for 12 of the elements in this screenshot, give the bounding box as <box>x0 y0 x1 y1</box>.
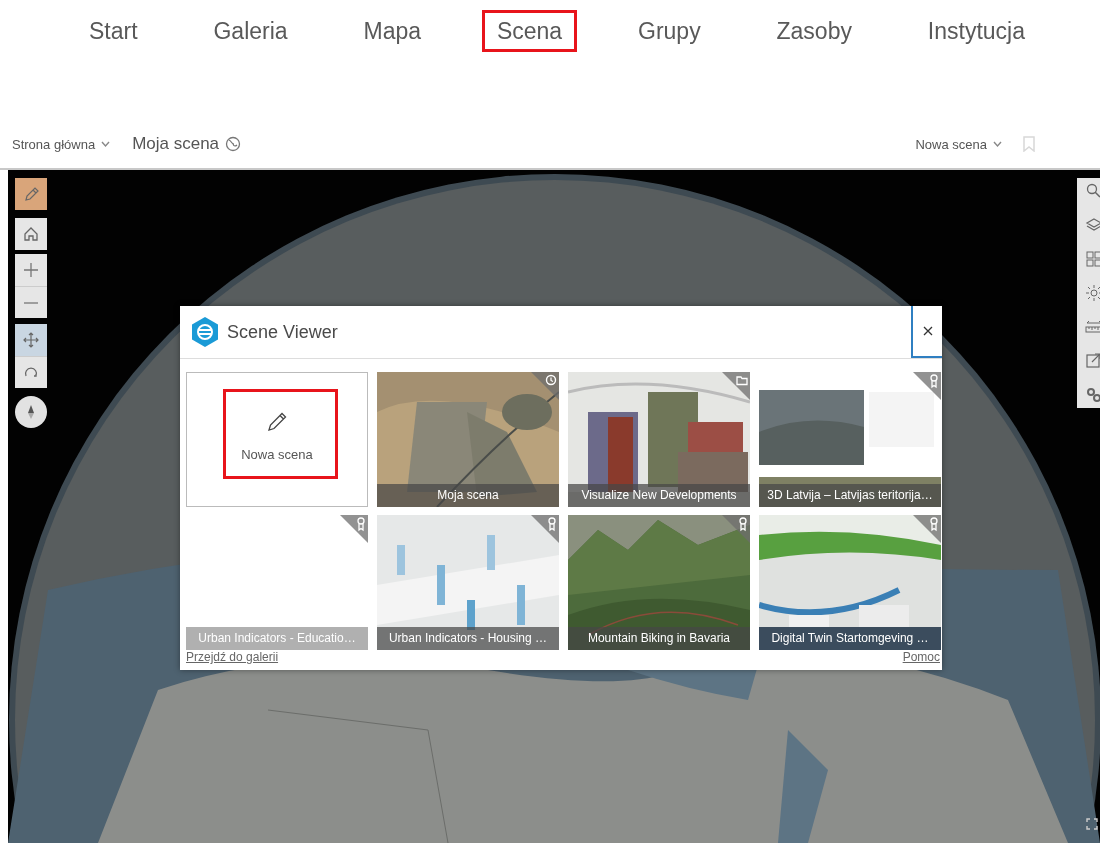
scene-title: Moja scena <box>132 134 220 154</box>
nav-link[interactable]: Grupy <box>623 10 716 52</box>
caret-icon <box>993 140 1002 148</box>
new-scene-menu[interactable]: Nowa scena <box>915 136 1002 152</box>
caret-icon <box>101 140 111 148</box>
nav-link[interactable]: Mapa <box>348 10 437 52</box>
home-menu[interactable]: Strona główna <box>12 136 111 152</box>
nav-link[interactable]: Start <box>74 10 153 52</box>
nav-link[interactable]: Galeria <box>198 10 303 52</box>
nav-link[interactable]: Scena <box>481 10 578 52</box>
nav-link[interactable]: Instytucja <box>912 10 1040 52</box>
nav-link[interactable]: Zasoby <box>761 10 867 52</box>
